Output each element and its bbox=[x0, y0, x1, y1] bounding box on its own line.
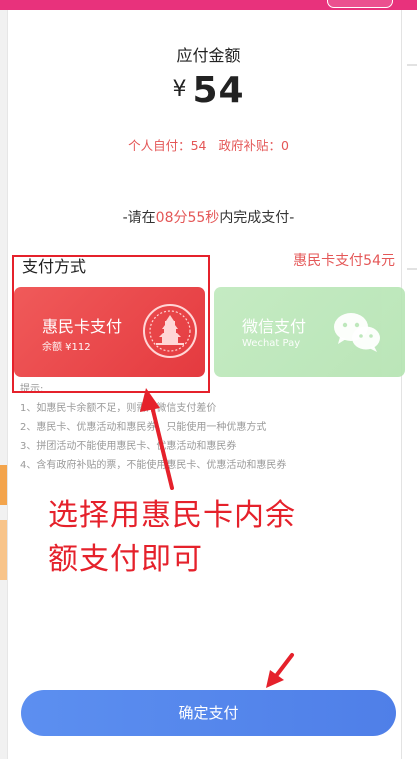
divider bbox=[407, 268, 417, 270]
self-pay-text: 个人自付：54 bbox=[128, 138, 207, 153]
currency-symbol: ¥ bbox=[172, 77, 187, 102]
background-decoration bbox=[0, 465, 7, 505]
countdown-prefix: -请在 bbox=[122, 210, 156, 226]
subsidy-text: 政府补贴：0 bbox=[218, 138, 289, 153]
countdown-time: 08分55秒 bbox=[155, 210, 220, 226]
background-page-edge-right bbox=[401, 10, 417, 759]
top-bar bbox=[0, 0, 417, 10]
annotation-line: 选择用惠民卡内余 bbox=[48, 498, 296, 533]
tip-item: 3、拼团活动不能使用惠民卡、优惠活动和惠民券 bbox=[20, 441, 237, 452]
tip-item: 4、含有政府补贴的票，不能使用惠民卡、优惠活动和惠民券 bbox=[20, 460, 287, 471]
background-page-edge bbox=[0, 10, 8, 759]
tip-item: 1、如惠民卡余额不足，则需用微信支付差价 bbox=[20, 403, 217, 414]
countdown-notice: -请在08分55秒内完成支付- bbox=[0, 207, 417, 227]
background-decoration bbox=[0, 520, 7, 580]
countdown-suffix: 内完成支付- bbox=[219, 210, 295, 226]
tip-item: 2、惠民卡、优惠活动和惠民券，只能使用一种优惠方式 bbox=[20, 422, 267, 433]
wechat-pay-name: 微信支付 bbox=[242, 317, 307, 336]
payment-breakdown: 个人自付：54 政府补贴：0 bbox=[0, 135, 417, 154]
top-bar-pill bbox=[327, 0, 393, 8]
amount-display: ¥54 bbox=[0, 70, 417, 111]
annotation-text: 选择用惠民卡内余 额支付即可 bbox=[48, 494, 348, 582]
confirm-pay-button[interactable]: 确定支付 bbox=[21, 690, 396, 736]
wechat-pay-option[interactable]: 微信支付 Wechat Pay bbox=[214, 287, 405, 377]
payment-method-summary: 惠民卡支付54元 bbox=[293, 253, 395, 269]
tips-section: 提示: 1、如惠民卡余额不足，则需用微信支付差价 2、惠民卡、优惠活动和惠民券，… bbox=[20, 380, 286, 475]
annotation-highlight-box bbox=[12, 255, 210, 393]
wechat-pay-subtitle: Wechat Pay bbox=[242, 338, 301, 349]
annotation-line: 额支付即可 bbox=[48, 542, 203, 577]
amount-label: 应付金额 bbox=[176, 46, 241, 65]
amount-value: 54 bbox=[192, 70, 245, 111]
wechat-icon bbox=[334, 313, 380, 352]
